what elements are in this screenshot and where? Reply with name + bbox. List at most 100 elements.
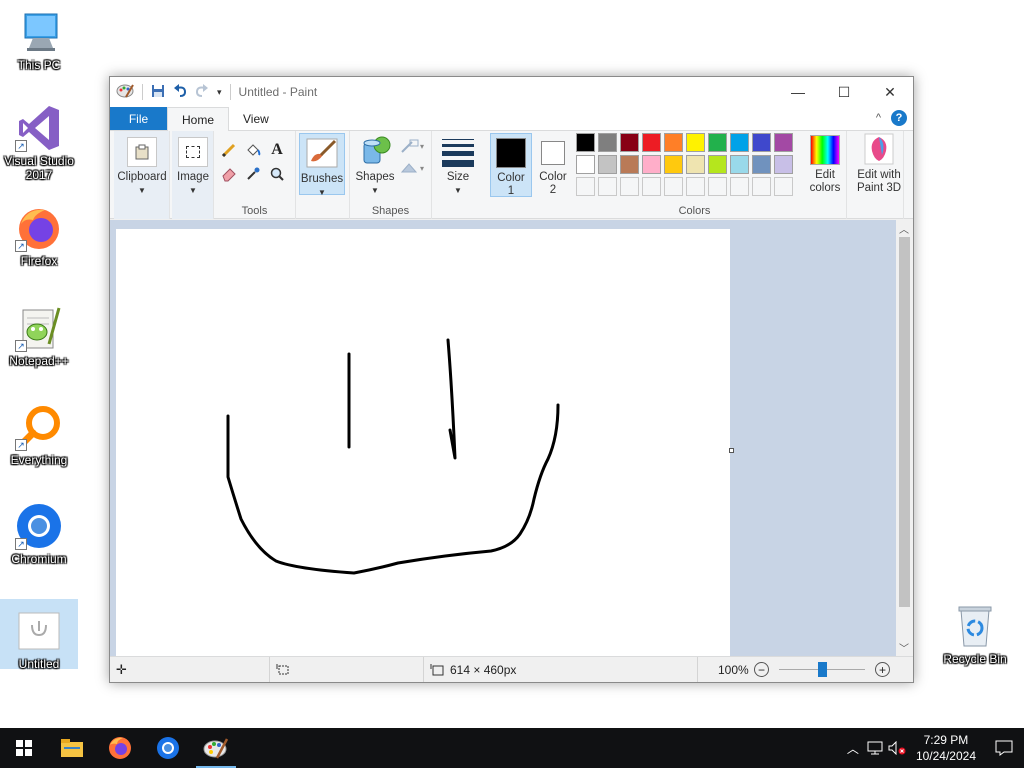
drawing-canvas[interactable]: [116, 229, 730, 659]
customize-toolbar-icon[interactable]: ▾: [217, 87, 222, 98]
color1-swatch: [496, 138, 526, 168]
canvas-size-section: 614 × 460px: [424, 656, 698, 682]
taskbar-chromium[interactable]: [144, 728, 192, 768]
custom-color-slot[interactable]: [752, 177, 771, 196]
desktop-icon-this-pc[interactable]: This PC: [0, 8, 78, 76]
color-swatch[interactable]: [576, 155, 595, 174]
color-swatch[interactable]: [642, 155, 661, 174]
minimize-button[interactable]: —: [775, 77, 821, 107]
shortcut-arrow-icon: ↗: [15, 439, 27, 451]
collapse-ribbon-icon[interactable]: ^: [876, 112, 881, 124]
color-swatch[interactable]: [686, 133, 705, 152]
custom-color-slot[interactable]: [576, 177, 595, 196]
select-icon: [178, 137, 208, 167]
volume-muted-icon[interactable]: [886, 741, 908, 755]
zoom-out-icon[interactable]: −: [754, 662, 769, 677]
taskbar-firefox[interactable]: [96, 728, 144, 768]
desktop-icon-everything[interactable]: ↗ Everything: [0, 403, 78, 471]
scrollbar-thumb[interactable]: [899, 237, 910, 607]
color-swatch[interactable]: [642, 133, 661, 152]
outline-icon[interactable]: ▾: [400, 137, 426, 155]
edit-colors-button[interactable]: Edit colors: [802, 133, 848, 197]
fill-shape-icon[interactable]: ▾: [400, 159, 426, 177]
custom-color-slot[interactable]: [664, 177, 683, 196]
custom-color-slot[interactable]: [620, 177, 639, 196]
show-hidden-icons-icon[interactable]: ︿: [842, 740, 864, 757]
color2-button[interactable]: Color 2: [534, 133, 572, 197]
notifications-icon[interactable]: [984, 740, 1024, 756]
paint-app-icon[interactable]: [116, 83, 134, 102]
color-swatch[interactable]: [620, 155, 639, 174]
fill-icon[interactable]: [244, 141, 262, 159]
quick-access-toolbar: ▾: [110, 83, 231, 102]
help-icon[interactable]: ?: [891, 110, 907, 126]
color-swatch[interactable]: [620, 133, 639, 152]
color-swatch[interactable]: [708, 133, 727, 152]
vertical-scrollbar[interactable]: ︿ ﹀: [896, 220, 913, 656]
desktop-icon-firefox[interactable]: ↗ Firefox: [0, 204, 78, 272]
color1-button[interactable]: Color 1: [490, 133, 532, 197]
custom-color-slot[interactable]: [774, 177, 793, 196]
taskbar-paint[interactable]: [192, 728, 240, 768]
scroll-down-icon[interactable]: ﹀: [899, 640, 909, 655]
desktop-icon-notepadpp[interactable]: ↗ Notepad++: [0, 304, 78, 372]
desktop-icon-visual-studio[interactable]: ↗ Visual Studio 2017: [0, 104, 78, 190]
zoom-in-icon[interactable]: +: [875, 662, 890, 677]
color-swatch[interactable]: [664, 155, 683, 174]
zoom-slider[interactable]: [779, 661, 865, 677]
color-swatch[interactable]: [774, 133, 793, 152]
canvas-size-icon: [430, 663, 444, 675]
edit-with-paint3d-button[interactable]: Edit with Paint 3D: [849, 133, 909, 197]
image-button[interactable]: Image ▼: [174, 137, 212, 197]
color-swatch[interactable]: [730, 133, 749, 152]
clipboard-button[interactable]: Clipboard ▼: [116, 137, 168, 197]
custom-color-slot[interactable]: [730, 177, 749, 196]
color-swatch[interactable]: [664, 133, 683, 152]
redo-icon[interactable]: [195, 83, 209, 101]
color-swatch[interactable]: [752, 155, 771, 174]
desktop-icon-recycle-bin[interactable]: Recycle Bin: [936, 602, 1014, 670]
magnifier-icon[interactable]: [268, 165, 286, 183]
taskbar-file-explorer[interactable]: [48, 728, 96, 768]
clock[interactable]: 7:29 PM 10/24/2024: [908, 732, 984, 764]
size-button[interactable]: Size ▼: [436, 135, 480, 197]
network-icon[interactable]: [864, 741, 886, 755]
desktop-icon-label: Visual Studio 2017: [4, 154, 74, 182]
brushes-button[interactable]: Brushes ▼: [299, 133, 345, 197]
undo-icon[interactable]: [173, 83, 187, 101]
color-swatch[interactable]: [576, 133, 595, 152]
close-button[interactable]: ✕: [867, 77, 913, 107]
color-swatch[interactable]: [774, 155, 793, 174]
color-swatch[interactable]: [686, 155, 705, 174]
custom-color-slot[interactable]: [708, 177, 727, 196]
color-swatch[interactable]: [598, 155, 617, 174]
color-swatch[interactable]: [708, 155, 727, 174]
tab-home[interactable]: Home: [167, 107, 230, 131]
start-button[interactable]: [0, 728, 48, 768]
window-controls: — ☐ ✕: [775, 77, 913, 107]
scroll-up-icon[interactable]: ︿: [899, 221, 909, 236]
save-icon[interactable]: [151, 84, 165, 101]
system-tray: ︿ 7:29 PM 10/24/2024: [842, 728, 1024, 768]
zoom-slider-thumb[interactable]: [818, 661, 827, 677]
resize-handle-right[interactable]: [729, 448, 734, 453]
custom-color-slot[interactable]: [642, 177, 661, 196]
color2-label-number: 2: [549, 184, 557, 196]
color-swatch[interactable]: [598, 133, 617, 152]
desktop-icon-untitled[interactable]: Untitled: [0, 599, 78, 671]
tab-file[interactable]: File: [110, 107, 167, 130]
custom-color-slot[interactable]: [598, 177, 617, 196]
color2-label: Color: [539, 171, 567, 183]
pencil-icon[interactable]: [220, 141, 238, 159]
color-swatch[interactable]: [752, 133, 771, 152]
eraser-icon[interactable]: [220, 165, 238, 183]
shapes-button[interactable]: Shapes ▼: [352, 135, 398, 197]
color-picker-icon[interactable]: [244, 165, 262, 183]
tab-view[interactable]: View: [229, 107, 283, 130]
desktop-icon-chromium[interactable]: ↗ Chromium: [0, 502, 78, 570]
svg-text:▾: ▾: [420, 142, 424, 151]
text-icon[interactable]: A: [268, 141, 286, 159]
maximize-button[interactable]: ☐: [821, 77, 867, 107]
color-swatch[interactable]: [730, 155, 749, 174]
custom-color-slot[interactable]: [686, 177, 705, 196]
